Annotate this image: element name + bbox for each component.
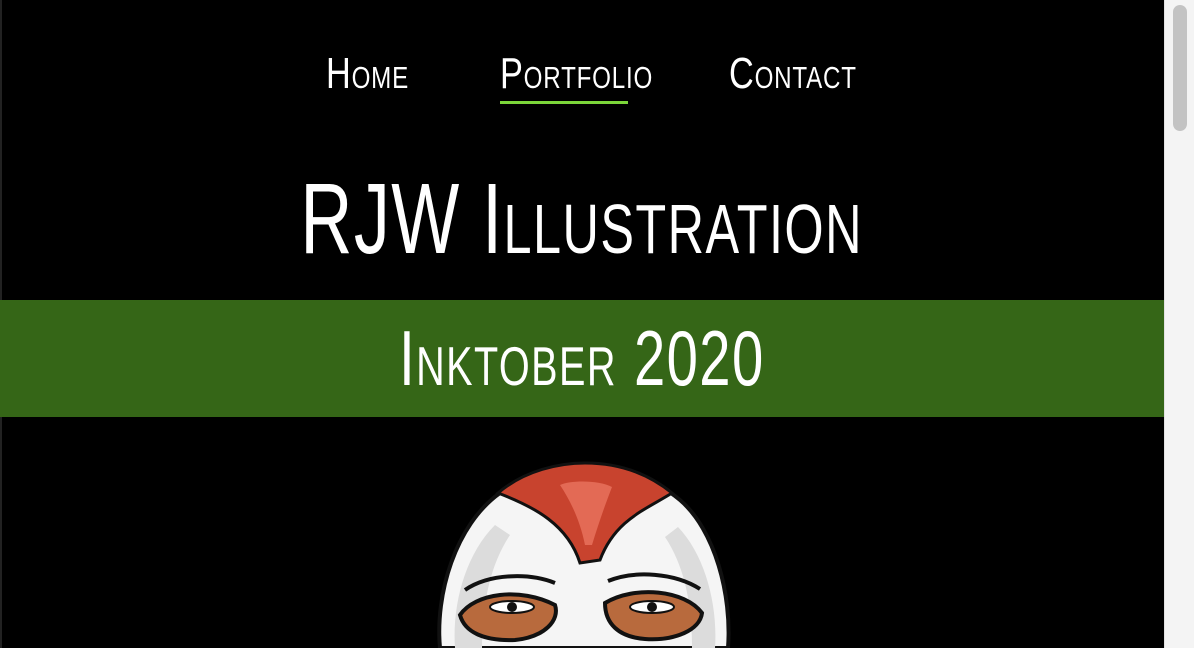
site-title: RJW Illustration xyxy=(0,164,1164,274)
nav-link-home[interactable]: Home xyxy=(326,48,409,100)
nav-link-contact[interactable]: Contact xyxy=(729,48,857,100)
right-eye-socket xyxy=(602,590,705,642)
nav-link-portfolio[interactable]: Portfolio xyxy=(500,48,653,100)
main-nav: Home Portfolio Contact xyxy=(0,40,1164,110)
artwork-svg xyxy=(437,461,731,648)
banner-title-text: Inktober 2020 xyxy=(399,314,765,402)
right-pupil xyxy=(647,602,657,612)
active-nav-underline xyxy=(500,101,628,104)
scrollbar-thumb[interactable] xyxy=(1173,5,1187,131)
masked-face-illustration-icon[interactable] xyxy=(420,455,750,648)
vertical-scrollbar[interactable] xyxy=(1164,0,1194,648)
banner-title: Inktober 2020 xyxy=(0,300,1164,417)
left-pupil xyxy=(507,602,517,612)
page: Home Portfolio Contact RJW Illustration … xyxy=(0,0,1164,648)
site-title-text: RJW Illustration xyxy=(300,163,864,275)
section-banner: Inktober 2020 xyxy=(0,300,1164,417)
